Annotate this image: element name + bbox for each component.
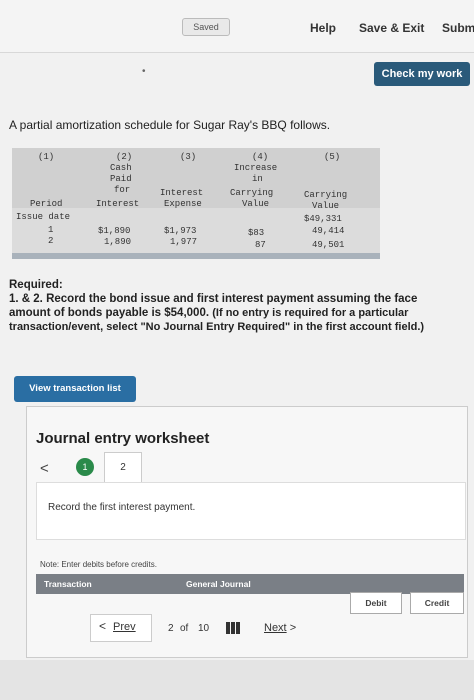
record-instruction: Record the first interest payment. [48, 502, 196, 513]
amortization-schedule: (1) (2) (3) (4) (5) Cash Paid for Intere… [12, 148, 380, 259]
dot-icon: • [142, 66, 146, 77]
col5-line1: Carrying [304, 190, 348, 200]
chevron-left-icon[interactable]: < [40, 460, 49, 477]
next-button[interactable]: Next > [264, 622, 296, 634]
issue-date-label: Issue date [16, 212, 71, 222]
required-block: Required: 1. & 2. Record the bond issue … [9, 278, 461, 334]
col3-line1: Interest [160, 188, 204, 198]
row2-carrying: 49,501 [312, 240, 345, 250]
row1-cash: $1,890 [98, 226, 131, 236]
schedule-footer-bar [12, 253, 380, 259]
saved-indicator: Saved [182, 18, 230, 36]
page-current: 2 [168, 623, 174, 634]
row1-carrying: 49,414 [312, 226, 345, 236]
row2-interest: 1,977 [170, 237, 198, 247]
row2-cash: 1,890 [104, 237, 132, 247]
credit-column: Credit [410, 592, 464, 614]
col4-line1: Increase [234, 163, 278, 173]
question-text: A partial amortization schedule for Suga… [9, 118, 331, 132]
col1-label: Period [30, 199, 63, 209]
save-exit-link[interactable]: Save & Exit [359, 21, 424, 35]
help-link[interactable]: Help [310, 21, 336, 35]
col5-line2: Value [312, 201, 340, 211]
chevron-left-icon: < [99, 619, 107, 633]
transaction-column: Transaction [44, 579, 92, 589]
prev-label: Prev [113, 621, 136, 633]
col2-line1: Cash [110, 163, 132, 173]
row2-increase: 87 [255, 240, 266, 250]
col2-line4: Interest [96, 199, 140, 209]
col-num-5: (5) [324, 152, 341, 162]
col-num-1: (1) [38, 152, 55, 162]
grid-icon[interactable] [226, 622, 240, 634]
row1-increase: $83 [248, 228, 265, 238]
row1-period: 1 [48, 225, 54, 235]
journal-header: Transaction General Journal [36, 574, 464, 594]
debit-column: Debit [350, 592, 402, 614]
page-of: of [180, 623, 189, 634]
required-label: Required: [9, 279, 63, 291]
col-num-4: (4) [252, 152, 269, 162]
page-total: 10 [198, 623, 210, 634]
worksheet-title: Journal entry worksheet [36, 430, 210, 447]
issue-carrying-value: $49,331 [304, 214, 342, 224]
bottom-area [0, 660, 474, 700]
row1-interest: $1,973 [164, 226, 197, 236]
col4-line3: Carrying [230, 188, 274, 198]
col2-line3: for [114, 185, 131, 195]
chevron-right-icon: > [289, 622, 297, 634]
col-num-2: (2) [116, 152, 133, 162]
col4-line4: Value [242, 199, 270, 209]
debit-credit-note: Note: Enter debits before credits. [40, 560, 157, 569]
row2-period: 2 [48, 236, 54, 246]
col3-line2: Expense [164, 199, 202, 209]
submit-link[interactable]: Subm [442, 21, 474, 35]
top-toolbar: Saved Help Save & Exit Subm [0, 0, 474, 53]
step-1-tab[interactable]: 1 [76, 458, 94, 476]
prev-button[interactable]: < Prev [90, 614, 152, 642]
next-label: Next [264, 622, 287, 634]
col-num-3: (3) [180, 152, 197, 162]
col4-line2: in [252, 174, 263, 184]
step-2-tab[interactable]: 2 [104, 452, 142, 483]
general-journal-column: General Journal [186, 579, 251, 589]
check-my-work-button[interactable]: Check my work [374, 62, 470, 86]
col2-line2: Paid [110, 174, 132, 184]
view-transaction-list-button[interactable]: View transaction list [14, 376, 136, 402]
